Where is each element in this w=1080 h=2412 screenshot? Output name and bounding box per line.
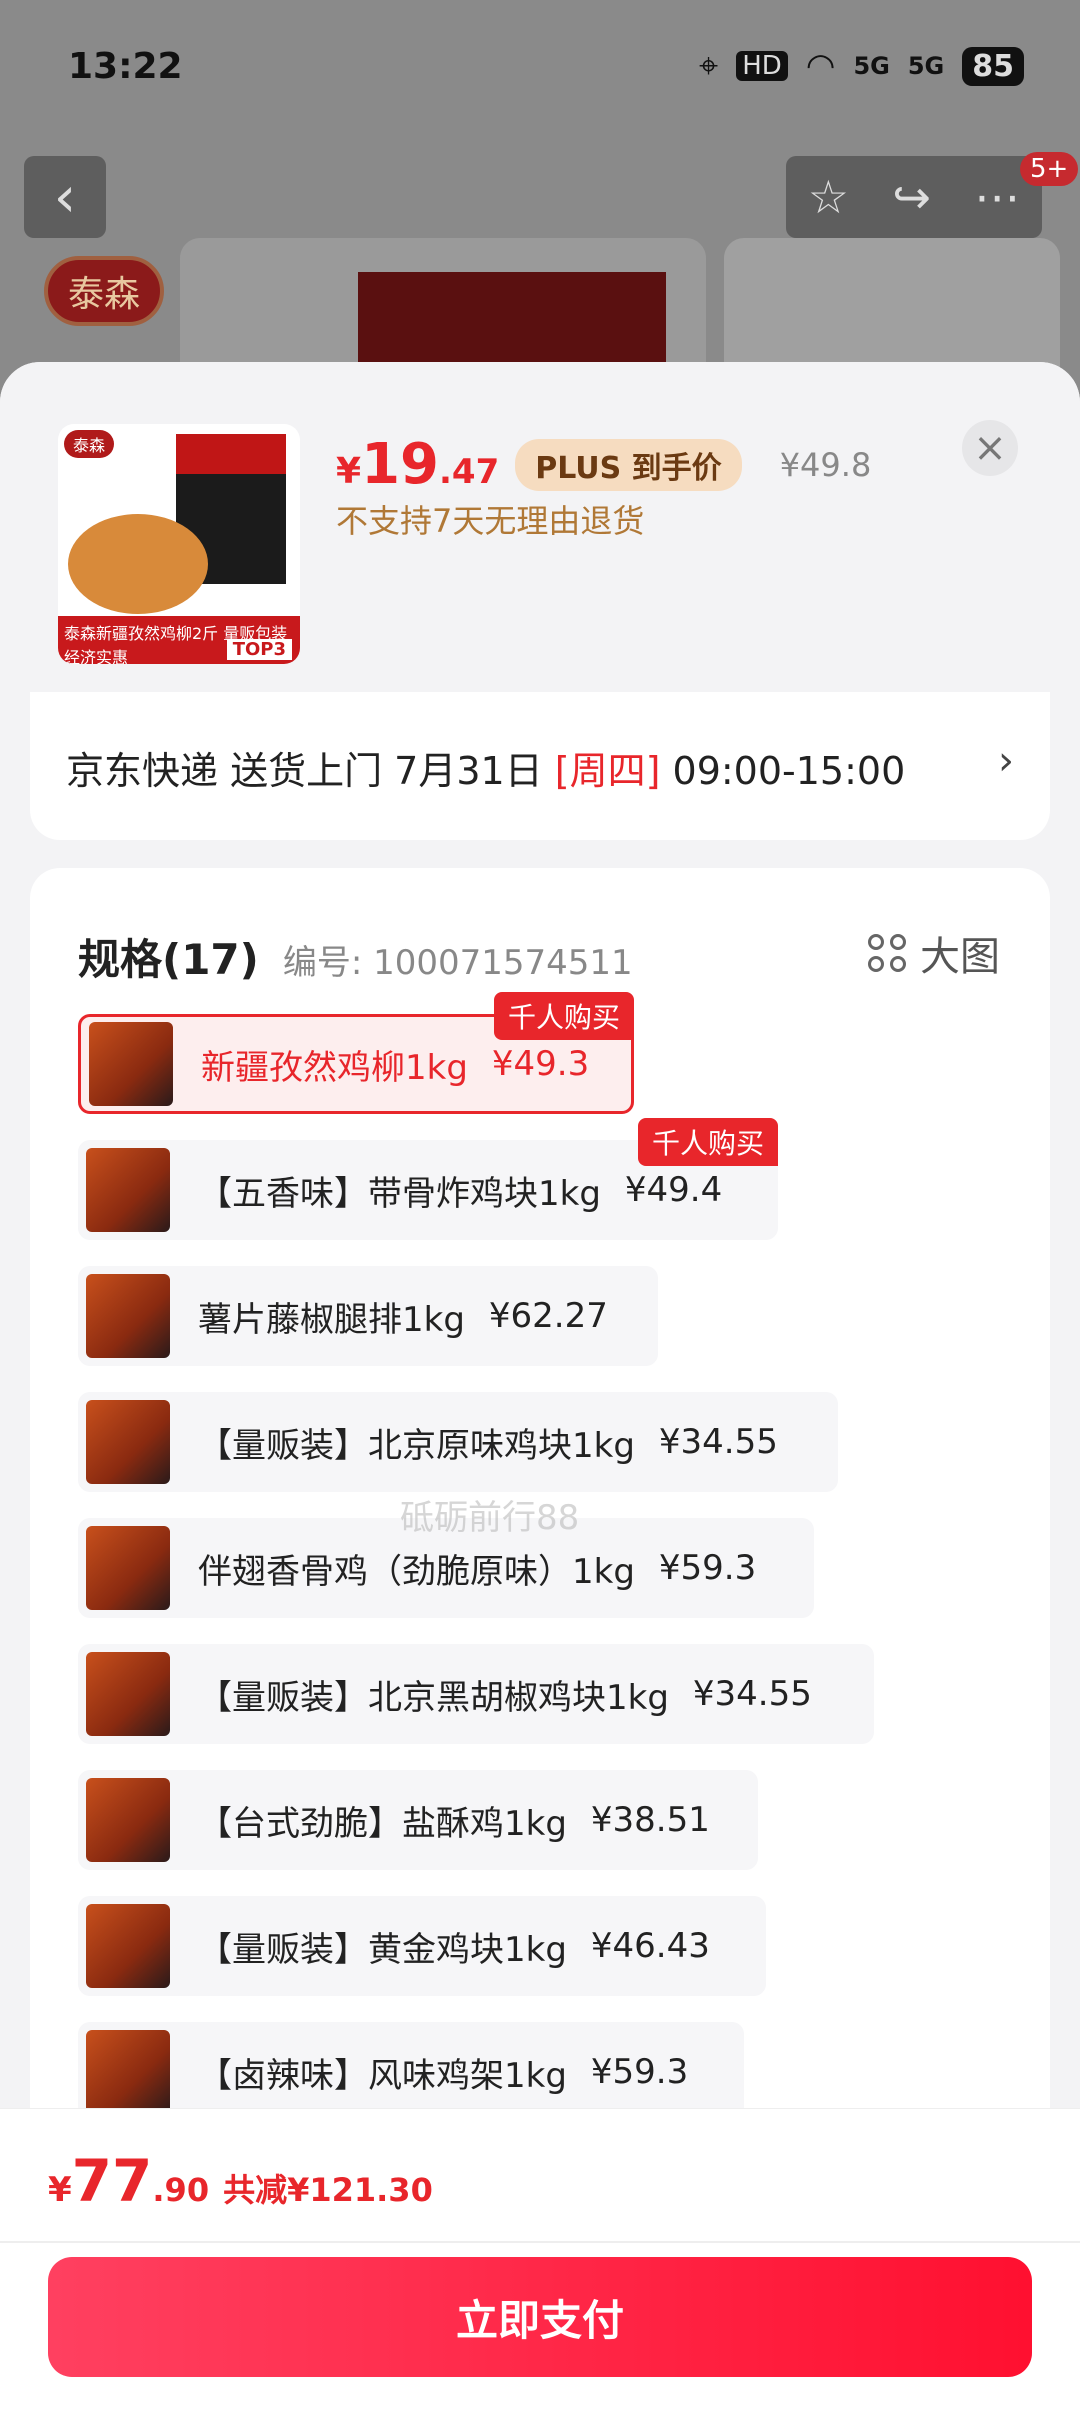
- spec-option-label: 【卤辣味】风味鸡架1kg: [198, 2055, 567, 2096]
- pay-now-button[interactable]: 立即支付: [48, 2257, 1032, 2377]
- spec-option-price: ¥46.43: [590, 1926, 710, 1966]
- spec-option-price: ¥59.3: [658, 1548, 757, 1588]
- more-icon[interactable]: ⋯: [974, 170, 1020, 224]
- thumb-brand-logo: 泰森: [64, 430, 114, 458]
- big-view-label: 大图: [920, 934, 1000, 980]
- spec-option-price: ¥34.55: [692, 1674, 812, 1714]
- divider: [0, 2241, 1080, 2243]
- top-action-group: ☆ ↪ ⋯: [786, 156, 1042, 238]
- spec-option-price: ¥59.3: [590, 2052, 689, 2092]
- spec-option-thumb: [86, 1904, 170, 1988]
- delivery-weekday: [周四]: [554, 749, 661, 793]
- sheet-header: 泰森 泰森新疆孜然鸡柳2斤 量贩包装 经济实惠 TOP3 ¥ 19 .47 PL…: [0, 362, 1080, 692]
- spec-option-price: ¥49.3: [491, 1044, 590, 1084]
- spec-option[interactable]: 【量贩装】黄金鸡块1kg ¥46.43: [78, 1896, 766, 1996]
- thumb-food-image: [68, 514, 208, 614]
- signal-5g-icon: 5G: [853, 52, 890, 80]
- back-button[interactable]: ‹: [24, 156, 106, 238]
- spec-option-price: ¥62.27: [488, 1296, 608, 1336]
- spec-option-thumb: [86, 1274, 170, 1358]
- status-bar: 13:22 ⌖ HD ◠ 5G 5G 85: [0, 0, 1080, 140]
- total-saving: 共减¥121.30: [223, 2171, 433, 2209]
- chevron-right-icon: ›: [998, 738, 1014, 784]
- original-price: ¥49.8: [779, 445, 872, 484]
- total-price: ¥ 77 .90 共减¥121.30: [48, 2147, 433, 2215]
- star-icon[interactable]: ☆: [808, 170, 849, 224]
- plus-price-tag: PLUS 到手价: [515, 438, 742, 491]
- thumb-top-badge: TOP3: [226, 639, 292, 660]
- close-icon: ×: [973, 425, 1007, 471]
- total-decimal: .90: [152, 2171, 210, 2209]
- spec-option[interactable]: 【卤辣味】风味鸡架1kg ¥59.3: [78, 2022, 744, 2122]
- status-icons: ⌖ HD ◠ 5G 5G 85: [699, 46, 1024, 86]
- spec-option-label: 新疆孜然鸡柳1kg: [201, 1047, 468, 1088]
- price-row: ¥ 19 .47 PLUS 到手价 ¥49.8: [336, 432, 871, 497]
- big-view-toggle[interactable]: 大图: [868, 924, 1000, 982]
- price-integer: 19: [361, 432, 439, 497]
- spec-option-label: 【量贩装】黄金鸡块1kg: [198, 1929, 567, 1970]
- spec-title: 规格(17): [78, 935, 259, 984]
- spec-option-thumb: [86, 1400, 170, 1484]
- spec-option-price: ¥49.4: [624, 1170, 723, 1210]
- spec-option-thumb: [86, 1148, 170, 1232]
- spec-option-thumb: [86, 1652, 170, 1736]
- location-icon: ⌖: [699, 46, 719, 86]
- message-badge: 5+: [1020, 152, 1079, 186]
- spec-option-label: 【台式劲脆】盐酥鸡1kg: [198, 1803, 567, 1844]
- hot-sale-tag: 千人购买: [638, 1118, 779, 1166]
- delivery-time-window: 09:00-15:00: [660, 749, 906, 793]
- close-button[interactable]: ×: [962, 420, 1018, 476]
- brand-logo: 泰森: [44, 256, 164, 326]
- price-currency: ¥: [336, 451, 362, 492]
- status-time: 13:22: [68, 46, 183, 87]
- watermark: 砥砺前行88: [400, 1498, 580, 1538]
- spec-option-label: 【五香味】带骨炸鸡块1kg: [198, 1173, 601, 1214]
- checkout-bar: ¥ 77 .90 共减¥121.30 立即支付: [0, 2108, 1080, 2412]
- delivery-method: 京东快递 送货上门 7月31日: [66, 749, 555, 793]
- spec-option-price: ¥38.51: [590, 1800, 710, 1840]
- spec-option-thumb: [86, 1778, 170, 1862]
- wifi-icon: ◠: [805, 46, 836, 86]
- spec-option-price: ¥34.55: [658, 1422, 778, 1462]
- spec-option-label: 【量贩装】北京黑胡椒鸡块1kg: [198, 1677, 669, 1718]
- spec-option[interactable]: 【量贩装】北京原味鸡块1kg ¥34.55: [78, 1392, 838, 1492]
- total-currency: ¥: [48, 2170, 72, 2210]
- grid-icon: [868, 934, 906, 972]
- return-policy-note: 不支持7天无理由退货: [336, 502, 645, 540]
- signal-5g-icon-2: 5G: [907, 52, 945, 80]
- delivery-info: 京东快递 送货上门 7月31日 [周四] 09:00-15:00: [66, 740, 905, 795]
- spec-option-thumb: [86, 1526, 170, 1610]
- hd-icon: HD: [736, 51, 788, 81]
- total-integer: 77: [71, 2147, 153, 2215]
- share-icon[interactable]: ↪: [892, 170, 931, 224]
- spec-option-thumb: [89, 1022, 173, 1106]
- battery-icon: 85: [962, 46, 1024, 86]
- price-decimal: .47: [439, 452, 500, 492]
- spec-option-label: 伴翅香骨鸡（劲脆原味）1kg: [198, 1551, 635, 1592]
- spec-option[interactable]: 薯片藤椒腿排1kg ¥62.27: [78, 1266, 658, 1366]
- spec-option[interactable]: 【台式劲脆】盐酥鸡1kg ¥38.51: [78, 1770, 758, 1870]
- spec-option-thumb: [86, 2030, 170, 2114]
- spec-option[interactable]: 【量贩装】北京黑胡椒鸡块1kg ¥34.55: [78, 1644, 874, 1744]
- spec-selector-sheet: 泰森 泰森新疆孜然鸡柳2斤 量贩包装 经济实惠 TOP3 ¥ 19 .47 PL…: [0, 362, 1080, 2412]
- spec-option-label: 【量贩装】北京原味鸡块1kg: [198, 1425, 635, 1466]
- hot-sale-tag: 千人购买: [494, 992, 635, 1040]
- item-number: 编号: 100071574511: [282, 943, 633, 983]
- spec-header: 规格(17) 编号: 100071574511: [78, 926, 633, 987]
- chevron-left-icon: ‹: [53, 164, 77, 230]
- product-thumbnail[interactable]: 泰森 泰森新疆孜然鸡柳2斤 量贩包装 经济实惠 TOP3: [58, 424, 300, 664]
- spec-option-label: 薯片藤椒腿排1kg: [198, 1299, 465, 1340]
